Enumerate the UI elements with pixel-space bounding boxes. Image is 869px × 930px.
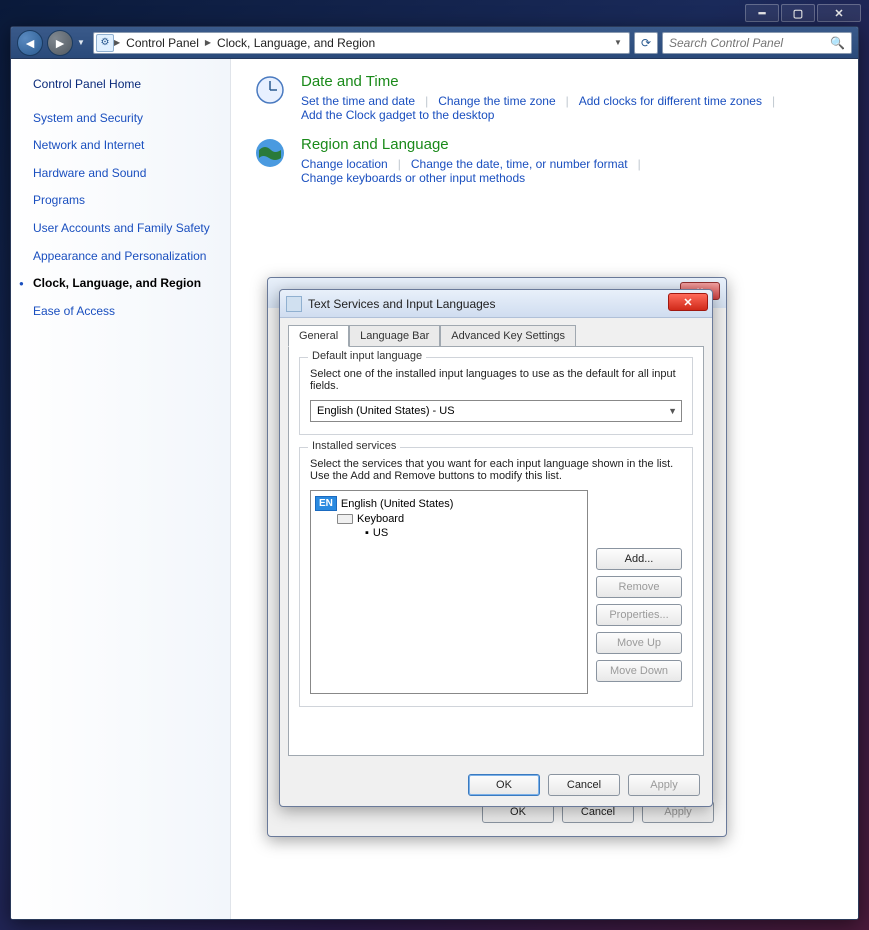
maximize-button[interactable]: ▢ xyxy=(781,4,815,22)
sidebar-item-programs[interactable]: Programs xyxy=(33,193,220,209)
sidebar-item-system-security[interactable]: System and Security xyxy=(33,111,220,127)
default-input-language-group: Default input language Select one of the… xyxy=(299,357,693,435)
language-badge: EN xyxy=(315,496,337,511)
language-name: English (United States) xyxy=(341,498,454,510)
link-change-date-format[interactable]: Change the date, time, or number format xyxy=(411,157,628,171)
keyboard-item: US xyxy=(373,527,388,539)
move-down-button[interactable]: Move Down xyxy=(596,660,682,682)
services-tree[interactable]: EN English (United States) Keyboard ▪ US xyxy=(310,490,588,694)
link-add-clocks[interactable]: Add clocks for different time zones xyxy=(579,94,762,108)
tab-page-general: Default input language Select one of the… xyxy=(288,346,704,756)
group-label: Default input language xyxy=(308,350,426,362)
tab-general[interactable]: General xyxy=(288,325,349,347)
sidebar-item-user-accounts[interactable]: User Accounts and Family Safety xyxy=(33,221,220,237)
link-add-clock-gadget[interactable]: Add the Clock gadget to the desktop xyxy=(301,108,494,122)
chevron-down-icon: ▼ xyxy=(668,406,677,416)
link-change-location[interactable]: Change location xyxy=(301,157,388,171)
minimize-button[interactable]: ━ xyxy=(745,4,779,22)
category-date-time-title[interactable]: Date and Time xyxy=(301,73,836,90)
move-up-button[interactable]: Move Up xyxy=(596,632,682,654)
sidebar-item-ease-of-access[interactable]: Ease of Access xyxy=(33,304,220,320)
keyboard-icon xyxy=(286,296,302,312)
breadcrumb-clock-language-region[interactable]: Clock, Language, and Region xyxy=(211,36,381,50)
search-input[interactable] xyxy=(669,36,830,50)
installed-services-desc: Select the services that you want for ea… xyxy=(310,458,682,482)
cancel-button[interactable]: Cancel xyxy=(548,774,620,796)
link-change-time-zone[interactable]: Change the time zone xyxy=(438,94,555,108)
globe-icon xyxy=(253,136,287,170)
back-button[interactable]: ◄ xyxy=(17,30,43,56)
properties-button[interactable]: Properties... xyxy=(596,604,682,626)
control-panel-icon: ⚙ xyxy=(96,34,114,52)
keyboard-icon xyxy=(337,514,353,524)
default-language-combo[interactable]: English (United States) - US ▼ xyxy=(310,400,682,422)
add-button[interactable]: Add... xyxy=(596,548,682,570)
tab-advanced-key-settings[interactable]: Advanced Key Settings xyxy=(440,325,576,347)
combo-value: English (United States) - US xyxy=(317,405,455,417)
installed-services-group: Installed services Select the services t… xyxy=(299,447,693,707)
category-region-language-title[interactable]: Region and Language xyxy=(301,136,836,153)
default-input-desc: Select one of the installed input langua… xyxy=(310,368,682,392)
sidebar-item-network-internet[interactable]: Network and Internet xyxy=(33,138,220,154)
sidebar-home[interactable]: Control Panel Home xyxy=(33,77,220,93)
address-bar[interactable]: ⚙ ▶ Control Panel ▶ Clock, Language, and… xyxy=(93,32,630,54)
ok-button[interactable]: OK xyxy=(468,774,540,796)
window-close-button[interactable]: ✕ xyxy=(817,4,861,22)
tab-strip: General Language Bar Advanced Key Settin… xyxy=(280,318,712,346)
text-services-dialog: Text Services and Input Languages ✕ Gene… xyxy=(279,289,713,807)
search-icon: 🔍 xyxy=(830,36,845,50)
breadcrumb-control-panel[interactable]: Control Panel xyxy=(120,36,205,50)
apply-button[interactable]: Apply xyxy=(628,774,700,796)
refresh-button[interactable]: ⟳ xyxy=(634,32,658,54)
sidebar-item-hardware-sound[interactable]: Hardware and Sound xyxy=(33,166,220,182)
tab-language-bar[interactable]: Language Bar xyxy=(349,325,440,347)
control-panel-window: ◄ ► ▼ ⚙ ▶ Control Panel ▶ Clock, Languag… xyxy=(10,26,859,920)
link-set-time-date[interactable]: Set the time and date xyxy=(301,94,415,108)
remove-button[interactable]: Remove xyxy=(596,576,682,598)
link-change-keyboards[interactable]: Change keyboards or other input methods xyxy=(301,171,525,185)
sidebar: Control Panel Home System and Security N… xyxy=(11,59,231,919)
bullet-icon: ▪ xyxy=(365,527,369,539)
nav-history-dropdown[interactable]: ▼ xyxy=(77,38,89,47)
search-box[interactable]: 🔍 xyxy=(662,32,852,54)
group-label: Installed services xyxy=(308,440,400,452)
tree-keyboard-row[interactable]: Keyboard xyxy=(315,512,583,526)
dialog-title: Text Services and Input Languages xyxy=(308,297,495,311)
clock-icon xyxy=(253,73,287,107)
sidebar-item-clock-language-region[interactable]: Clock, Language, and Region xyxy=(33,276,220,292)
address-dropdown[interactable]: ▼ xyxy=(609,38,627,47)
tree-keyboard-item[interactable]: ▪ US xyxy=(315,526,583,540)
forward-button[interactable]: ► xyxy=(47,30,73,56)
tree-language-row[interactable]: EN English (United States) xyxy=(315,495,583,512)
dialog-close-button[interactable]: ✕ xyxy=(668,293,708,311)
sidebar-item-appearance[interactable]: Appearance and Personalization xyxy=(33,249,220,265)
keyboard-label: Keyboard xyxy=(357,513,404,525)
toolbar: ◄ ► ▼ ⚙ ▶ Control Panel ▶ Clock, Languag… xyxy=(11,27,858,59)
dialog-titlebar[interactable]: Text Services and Input Languages ✕ xyxy=(280,290,712,318)
